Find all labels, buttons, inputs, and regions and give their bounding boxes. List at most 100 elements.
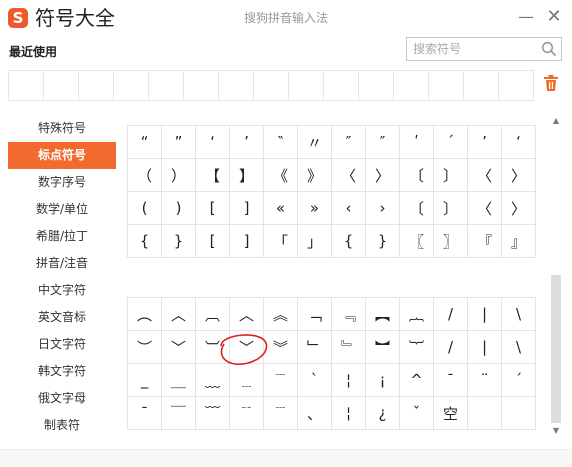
recent-symbol-slot[interactable] [464,71,499,101]
symbol-cell[interactable]: { [331,224,366,258]
symbol-cell[interactable]: ) [161,191,196,225]
symbol-cell[interactable]: ︿ [161,297,196,331]
symbol-cell[interactable]: 』 [501,224,536,258]
symbol-cell[interactable]: ‹ [331,191,366,225]
sidebar-item[interactable]: 英文音标 [8,304,116,331]
symbol-cell[interactable]: ︼ [365,330,400,364]
symbol-cell[interactable]: 《 [263,158,298,192]
symbol-cell[interactable]: 〕 [433,191,468,225]
recent-symbol-slot[interactable] [114,71,149,101]
symbol-cell[interactable]: { [127,224,162,258]
sidebar-item[interactable]: 标点符号 [8,142,116,169]
symbol-cell[interactable]: ¦ [331,396,366,430]
symbol-cell[interactable]: \ [501,297,536,331]
symbol-cell[interactable]: 〈 [467,158,502,192]
sidebar-item[interactable]: 数学/单位 [8,196,116,223]
symbol-cell[interactable]: / [433,330,468,364]
symbol-cell[interactable]: 〖 [399,224,434,258]
sidebar-item[interactable]: 韩文字符 [8,358,116,385]
symbol-cell[interactable]: 『 [467,224,502,258]
sidebar-item[interactable]: 希腊/拉丁 [8,223,116,250]
minimize-button[interactable]: — [516,7,536,27]
sidebar-item[interactable]: 俄文字母 [8,385,116,412]
close-button[interactable]: ✕ [544,7,564,27]
symbol-cell[interactable]: ’ [229,125,264,159]
symbol-cell[interactable]: ʹ [399,125,434,159]
symbol-cell[interactable]: \ [501,330,536,364]
recent-symbol-slot[interactable] [184,71,219,101]
recent-symbol-slot[interactable] [149,71,184,101]
sidebar-item[interactable]: 拼音/注音 [8,250,116,277]
symbol-cell[interactable]: 」 [297,224,332,258]
symbol-cell[interactable]: 「 [263,224,298,258]
symbol-cell[interactable]: ] [229,191,264,225]
symbol-cell[interactable]: ‘ [195,125,230,159]
symbol-cell[interactable]: ″ [331,125,366,159]
recent-symbol-slot[interactable] [324,71,359,101]
symbol-cell[interactable]: / [433,297,468,331]
symbol-cell[interactable]: ︷ [399,297,434,331]
symbol-cell[interactable]: 〉 [501,158,536,192]
symbol-cell[interactable] [467,396,502,430]
symbol-cell[interactable]: ﹁ [297,297,332,331]
sidebar-item[interactable]: 日文字符 [8,331,116,358]
recent-symbol-slot[interactable] [9,71,44,101]
sidebar-item[interactable]: 数字序号 [8,169,116,196]
symbol-cell[interactable]: ﹃ [331,297,366,331]
symbol-cell[interactable]: ` [297,363,332,397]
scrollbar-thumb[interactable] [551,275,561,423]
recent-symbol-slot[interactable] [394,71,429,101]
symbol-cell[interactable]: [ [195,224,230,258]
symbol-cell[interactable]: （ [127,158,162,192]
symbol-cell[interactable]: 空 [433,396,468,430]
symbol-cell[interactable]: 、 [297,396,332,430]
vertical-scrollbar[interactable]: ▲ ▼ [550,115,562,437]
recent-symbol-slot[interactable] [359,71,394,101]
search-box[interactable] [406,37,562,61]
sidebar-item[interactable]: 制表符 [8,412,116,439]
symbol-cell[interactable]: ﹀ [161,330,196,364]
symbol-cell[interactable]: ︶ [127,330,162,364]
symbol-cell[interactable] [501,396,536,430]
symbol-cell[interactable]: 〃 [297,125,332,159]
symbol-cell[interactable]: ‶ [263,125,298,159]
scroll-down-icon[interactable]: ▼ [550,425,562,437]
symbol-cell[interactable]: _ [127,363,162,397]
symbol-cell[interactable]: ﹄ [331,330,366,364]
recent-symbol-slot[interactable] [44,71,79,101]
symbol-cell[interactable]: › [365,191,400,225]
symbol-cell[interactable]: 〔 [399,191,434,225]
symbol-cell[interactable]: ￣ [161,396,196,430]
symbol-cell[interactable]: ^ [399,363,434,397]
recent-symbol-slot[interactable] [219,71,254,101]
symbol-cell[interactable]: « [263,191,298,225]
recent-symbol-slot[interactable] [254,71,289,101]
symbol-cell[interactable]: 》 [297,158,332,192]
symbol-cell[interactable]: ¯ [127,396,162,430]
symbol-cell[interactable]: 〗 [433,224,468,258]
search-input[interactable] [407,38,537,60]
symbol-cell[interactable]: ︵ [127,297,162,331]
symbol-cell[interactable]: » [297,191,332,225]
recent-symbol-slot[interactable] [289,71,324,101]
symbol-cell[interactable]: ﹋ [195,396,230,430]
recent-symbol-slot[interactable] [429,71,464,101]
symbol-cell[interactable]: 〕 [433,158,468,192]
symbol-cell[interactable]: ʻ [501,125,536,159]
symbol-cell[interactable]: } [365,224,400,258]
symbol-cell[interactable]: ˊ [433,125,468,159]
symbol-cell[interactable]: ︻ [365,297,400,331]
symbol-cell[interactable]: ﹊ [229,396,264,430]
symbol-cell[interactable]: ＿ [161,363,196,397]
symbol-cell[interactable]: ） [161,158,196,192]
symbol-cell[interactable]: | [467,330,502,364]
symbol-cell[interactable]: | [467,297,502,331]
symbol-cell[interactable]: [ [195,191,230,225]
symbol-cell[interactable]: 〉 [365,158,400,192]
sidebar-item[interactable]: 特殊符号 [8,115,116,142]
symbol-cell[interactable]: 〈 [467,191,502,225]
symbol-cell[interactable]: ] [229,224,264,258]
symbol-cell[interactable]: 〉 [501,191,536,225]
recent-symbol-slot[interactable] [79,71,114,101]
symbol-cell[interactable]: 】 [229,158,264,192]
